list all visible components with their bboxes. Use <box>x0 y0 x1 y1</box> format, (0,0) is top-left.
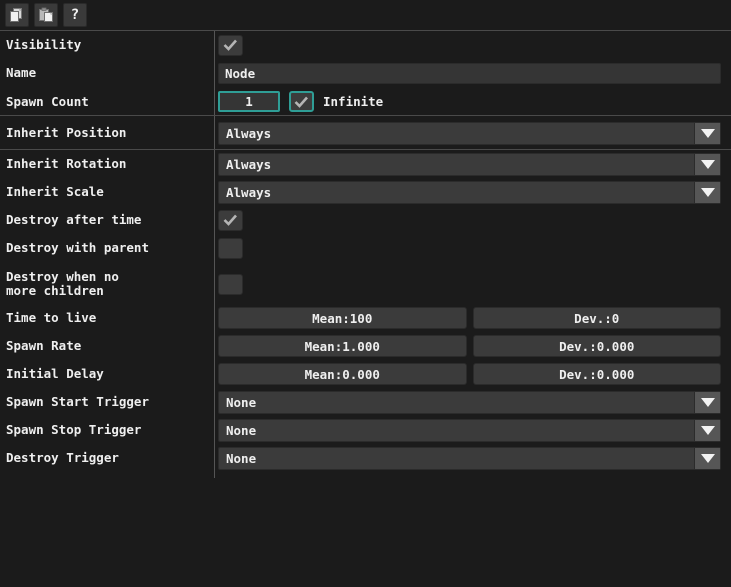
spawn-start-trigger-value: None <box>226 394 257 410</box>
infinite-checkbox[interactable] <box>289 91 314 112</box>
row-name: Name <box>0 59 731 87</box>
checkmark-icon <box>223 39 237 51</box>
label-destroy-with-parent: Destroy with parent <box>6 240 149 255</box>
infinite-label: Infinite <box>323 94 384 109</box>
chevron-down-icon[interactable] <box>694 122 720 144</box>
row-spawn-rate: Spawn Rate Mean:1.000 Dev.:0.000 <box>0 332 731 360</box>
initial-delay-mean-button[interactable]: Mean:0.000 <box>218 363 467 385</box>
checkmark-icon <box>294 96 308 108</box>
destroy-with-parent-checkbox[interactable] <box>218 237 243 259</box>
row-inherit-position: Inherit Position Always <box>0 116 731 150</box>
row-spawn-count: Spawn Count Infinite <box>0 87 731 116</box>
question-mark-icon: ? <box>70 7 80 23</box>
field-inherit-rotation: Always <box>214 152 731 176</box>
inherit-rotation-dropdown[interactable]: Always <box>218 152 721 176</box>
destroy-when-no-more-children-checkbox[interactable] <box>218 274 243 295</box>
chevron-down-icon[interactable] <box>694 181 720 203</box>
destroy-trigger-value: None <box>226 450 257 466</box>
inherit-position-value: Always <box>226 125 272 141</box>
label-inherit-rotation: Inherit Rotation <box>6 156 127 171</box>
label-initial-delay: Initial Delay <box>6 366 104 381</box>
row-destroy-after-time: Destroy after time <box>0 206 731 234</box>
property-grid: Visibility Name Spawn Count Infinite <box>0 31 731 478</box>
field-spawn-count: Infinite <box>214 91 731 112</box>
field-visibility <box>214 34 731 56</box>
initial-delay-buttons: Mean:0.000 Dev.:0.000 <box>218 363 721 385</box>
field-name <box>214 62 731 84</box>
label-spawn-stop-trigger: Spawn Stop Trigger <box>6 422 142 437</box>
field-spawn-start-trigger: None <box>214 390 731 414</box>
label-destroy-when-no-more-children: Destroy when no more children <box>0 269 214 298</box>
label-destroy-trigger: Destroy Trigger <box>6 450 119 465</box>
paste-button[interactable] <box>34 3 58 27</box>
label-name: Name <box>6 65 37 80</box>
row-initial-delay: Initial Delay Mean:0.000 Dev.:0.000 <box>0 360 731 388</box>
label-time-to-live: Time to live <box>6 310 97 325</box>
field-initial-delay: Mean:0.000 Dev.:0.000 <box>214 363 731 385</box>
row-visibility: Visibility <box>0 31 731 59</box>
time-to-live-dev-button[interactable]: Dev.:0 <box>472 307 721 329</box>
label-spawn-count: Spawn Count <box>6 93 89 109</box>
checkmark-icon <box>223 214 237 226</box>
copy-button[interactable] <box>5 3 29 27</box>
destroy-trigger-dropdown[interactable]: None <box>218 446 721 470</box>
chevron-down-icon[interactable] <box>694 419 720 441</box>
field-spawn-rate: Mean:1.000 Dev.:0.000 <box>214 335 731 357</box>
label-inherit-scale: Inherit Scale <box>6 184 104 199</box>
row-destroy-with-parent: Destroy with parent <box>0 234 731 262</box>
spawn-start-trigger-dropdown[interactable]: None <box>218 390 721 414</box>
row-inherit-scale: Inherit Scale Always <box>0 178 731 206</box>
destroy-after-time-checkbox[interactable] <box>218 209 243 231</box>
field-time-to-live: Mean:100 Dev.:0 <box>214 307 731 329</box>
paste-icon <box>38 7 54 23</box>
row-spawn-start-trigger: Spawn Start Trigger None <box>0 388 731 416</box>
initial-delay-dev-button[interactable]: Dev.:0.000 <box>472 363 721 385</box>
row-destroy-when-no-more-children: Destroy when no more children <box>0 262 731 304</box>
row-destroy-trigger: Destroy Trigger None <box>0 444 731 472</box>
label-inherit-position: Inherit Position <box>6 125 127 140</box>
inherit-scale-dropdown[interactable]: Always <box>218 180 721 204</box>
spawn-count-input[interactable] <box>218 91 280 112</box>
spawn-stop-trigger-dropdown[interactable]: None <box>218 418 721 442</box>
label-visibility: Visibility <box>6 37 82 52</box>
toolbar: ? <box>0 0 731 31</box>
visibility-checkbox[interactable] <box>218 34 243 56</box>
name-input[interactable] <box>218 62 721 84</box>
label-destroy-after-time: Destroy after time <box>6 212 142 227</box>
row-time-to-live: Time to live Mean:100 Dev.:0 <box>0 304 731 332</box>
row-spawn-stop-trigger: Spawn Stop Trigger None <box>0 416 731 444</box>
inherit-scale-value: Always <box>226 184 272 200</box>
spawn-stop-trigger-value: None <box>226 422 257 438</box>
chevron-down-icon[interactable] <box>694 447 720 469</box>
field-destroy-with-parent <box>214 237 731 259</box>
spawn-rate-buttons: Mean:1.000 Dev.:0.000 <box>218 335 721 357</box>
spawn-rate-dev-button[interactable]: Dev.:0.000 <box>472 335 721 357</box>
time-to-live-mean-button[interactable]: Mean:100 <box>218 307 467 329</box>
time-to-live-buttons: Mean:100 Dev.:0 <box>218 307 721 329</box>
chevron-down-icon[interactable] <box>694 391 720 413</box>
row-inherit-rotation: Inherit Rotation Always <box>0 150 731 178</box>
inherit-rotation-value: Always <box>226 156 272 172</box>
empty-area <box>0 472 731 581</box>
label-spawn-rate: Spawn Rate <box>6 338 82 353</box>
label-line-2: more children <box>6 282 104 298</box>
label-spawn-start-trigger: Spawn Start Trigger <box>6 394 149 409</box>
field-destroy-when-no-more-children <box>214 271 731 295</box>
field-inherit-scale: Always <box>214 180 731 204</box>
inherit-position-dropdown[interactable]: Always <box>218 121 721 145</box>
chevron-down-icon[interactable] <box>694 153 720 175</box>
field-destroy-after-time <box>214 209 731 231</box>
spawn-rate-mean-button[interactable]: Mean:1.000 <box>218 335 467 357</box>
field-spawn-stop-trigger: None <box>214 418 731 442</box>
field-inherit-position: Always <box>214 121 731 145</box>
copy-icon <box>9 7 25 23</box>
help-button[interactable]: ? <box>63 3 87 27</box>
field-destroy-trigger: None <box>214 446 731 470</box>
label-line-1: Destroy when no <box>6 268 119 284</box>
